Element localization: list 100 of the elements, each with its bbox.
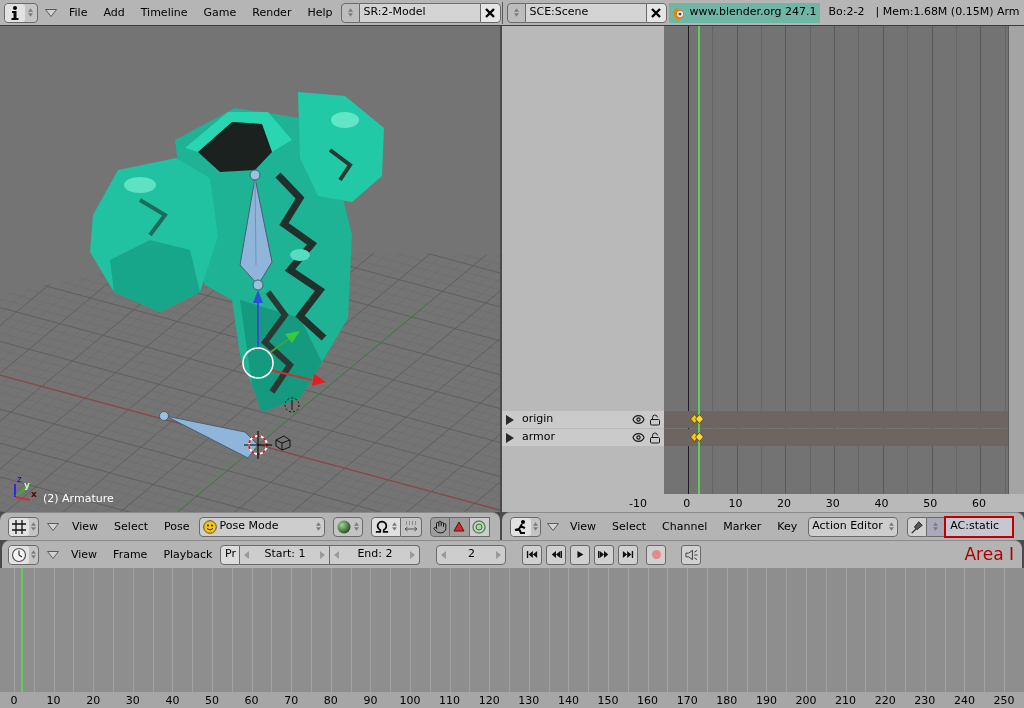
- menu-item[interactable]: View: [63, 544, 106, 565]
- up-down-arrows-icon: [889, 522, 895, 531]
- skip-to-start-button[interactable]: [522, 544, 543, 565]
- pivot-dropdown[interactable]: [370, 516, 401, 537]
- eye-icon[interactable]: [632, 413, 645, 426]
- menu-item[interactable]: Channel: [654, 516, 716, 537]
- up-down-arrows-icon: [353, 522, 359, 531]
- menu-item[interactable]: Playback: [155, 544, 221, 565]
- up-down-arrows-icon: [28, 8, 33, 17]
- collapse-triangle-icon[interactable]: [45, 8, 57, 17]
- menu-item[interactable]: Render: [244, 2, 300, 23]
- menu-item[interactable]: Select: [106, 516, 157, 537]
- record-button[interactable]: [646, 544, 667, 565]
- up-down-arrows-icon: [933, 522, 939, 531]
- unlocked-icon[interactable]: [649, 431, 661, 444]
- skip-to-end-icon: [622, 550, 635, 559]
- omega-icon: [374, 520, 389, 533]
- ruler-label: 140: [557, 693, 579, 708]
- pin-icon: [910, 519, 925, 534]
- skip-to-end-button[interactable]: [618, 544, 639, 565]
- play-button[interactable]: [570, 544, 591, 565]
- editor-type-button[interactable]: [4, 2, 38, 23]
- shading-dropdown[interactable]: [332, 516, 363, 537]
- ruler-label: 10: [46, 693, 61, 708]
- editor-type-button[interactable]: [8, 516, 39, 537]
- channel-row[interactable]: origin: [502, 411, 664, 428]
- collapse-triangle-icon[interactable]: [47, 522, 59, 531]
- ruler-label: 30: [825, 496, 840, 512]
- ruler-label: 230: [914, 693, 936, 708]
- keyframe-icon[interactable]: [690, 432, 704, 442]
- ring-toggle[interactable]: [469, 516, 490, 537]
- stats-text: Bo:2-2: [828, 4, 865, 21]
- keyframe-icon[interactable]: [690, 414, 704, 424]
- browse-button[interactable]: [340, 2, 360, 23]
- scene-name-field[interactable]: SCE:Scene: [525, 2, 646, 23]
- skip-to-start-icon: [526, 550, 539, 559]
- menu-item[interactable]: Frame: [105, 544, 156, 565]
- scrollbar[interactable]: [1008, 26, 1024, 494]
- ruler-label: 90: [363, 693, 378, 708]
- ruler-label: 60: [244, 693, 259, 708]
- 3d-viewport[interactable]: z y x (2) Armature: [0, 26, 500, 512]
- x-icon: [651, 7, 661, 18]
- expand-triangle-icon[interactable]: [506, 432, 514, 443]
- ruler-label: 50: [205, 693, 219, 708]
- up-down-arrows-icon: [533, 522, 538, 531]
- ruler-label: 200: [795, 693, 817, 708]
- audio-button[interactable]: [681, 544, 702, 565]
- ruler-label: 100: [399, 693, 421, 708]
- rewind-button[interactable]: [546, 544, 567, 565]
- browse-button[interactable]: [506, 2, 526, 23]
- ruler-label: 70: [284, 693, 299, 708]
- menu-item[interactable]: File: [61, 2, 96, 23]
- menu-item[interactable]: Pose: [156, 516, 198, 537]
- screen-name-field[interactable]: SR:2-Model: [359, 2, 480, 23]
- stats-text: | Mem:1.68M (0.15M) Arm: [875, 4, 1020, 21]
- menu-item[interactable]: Marker: [715, 516, 770, 537]
- speaker-icon: [685, 548, 698, 561]
- axis-label: z: [17, 474, 22, 484]
- collapse-triangle-icon[interactable]: [47, 550, 59, 559]
- pin-button[interactable]: [907, 516, 928, 537]
- menu-item[interactable]: View: [562, 516, 605, 537]
- unlocked-icon[interactable]: [649, 413, 661, 426]
- ruler-label: 180: [716, 693, 738, 708]
- editor-mode-dropdown[interactable]: Action Editor: [808, 516, 899, 537]
- collapse-triangle-icon[interactable]: [547, 522, 559, 531]
- eye-icon[interactable]: [632, 431, 645, 444]
- channel-name: origin: [522, 411, 555, 428]
- action-name-field[interactable]: AC:static: [944, 515, 1015, 538]
- ruler-label: -10: [629, 496, 647, 512]
- remove-button[interactable]: [479, 2, 501, 23]
- smiley-icon: [202, 519, 217, 534]
- ruler-label: 240: [953, 693, 975, 708]
- ruler-label: 130: [518, 693, 540, 708]
- menu-item[interactable]: Key: [769, 516, 806, 537]
- triangle-toggle[interactable]: [449, 516, 470, 537]
- expand-triangle-icon[interactable]: [506, 414, 514, 425]
- browse-button[interactable]: [927, 516, 945, 537]
- ruler-label: 10: [728, 496, 743, 512]
- axis-gizmo: [14, 483, 31, 501]
- menu-item[interactable]: Help: [299, 2, 341, 23]
- menu-item[interactable]: Game: [195, 2, 245, 23]
- preview-range-button[interactable]: Pr: [220, 544, 241, 565]
- fast-forward-button[interactable]: [594, 544, 615, 565]
- menu-item[interactable]: Select: [604, 516, 655, 537]
- grid-icon: [9, 517, 29, 536]
- current-frame-line[interactable]: [697, 26, 700, 494]
- menu-item[interactable]: Add: [95, 2, 133, 23]
- menu-item[interactable]: View: [64, 516, 107, 537]
- transform-gizmo[interactable]: [242, 290, 326, 386]
- align-button[interactable]: [400, 516, 422, 537]
- remove-button[interactable]: [645, 2, 667, 23]
- hand-toggle[interactable]: [429, 516, 450, 537]
- mode-dropdown[interactable]: Pose Mode: [198, 516, 325, 537]
- ruler-label: 220: [874, 693, 896, 708]
- fast-forward-icon: [598, 550, 611, 559]
- editor-type-button[interactable]: [510, 516, 541, 537]
- up-down-arrows-icon: [31, 522, 36, 531]
- channel-row[interactable]: armor: [502, 429, 664, 446]
- ruler-label: 40: [874, 496, 889, 512]
- menu-item[interactable]: Timeline: [132, 2, 196, 23]
